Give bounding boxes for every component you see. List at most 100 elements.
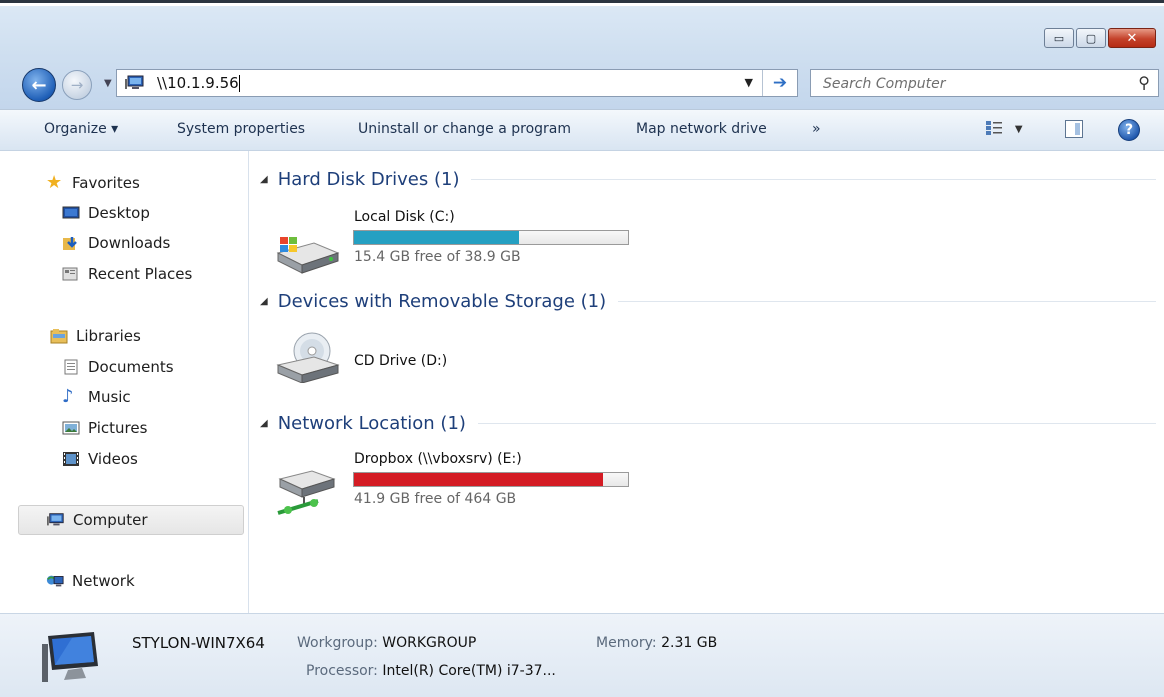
usage-bar-fill bbox=[354, 231, 520, 244]
maximize-icon: ▢ bbox=[1085, 31, 1097, 45]
divider bbox=[471, 179, 1156, 180]
computer-icon bbox=[125, 75, 144, 89]
preview-pane-button[interactable] bbox=[1065, 120, 1083, 138]
usage-bar bbox=[353, 472, 629, 487]
close-button[interactable]: ✕ bbox=[1108, 28, 1156, 48]
system-properties-button[interactable]: System properties bbox=[177, 121, 305, 137]
nav-documents[interactable]: Documents bbox=[62, 355, 174, 379]
go-button[interactable]: ➔ bbox=[762, 70, 797, 96]
nav-label: Documents bbox=[88, 358, 174, 376]
processor-label: Processor: bbox=[306, 663, 378, 679]
window-controls: ▭ ▢ ✕ bbox=[1042, 28, 1156, 48]
processor-field: Processor: Intel(R) Core(TM) i7-37... bbox=[306, 663, 556, 679]
nav-label: Network bbox=[72, 572, 135, 590]
search-icon[interactable]: ⚲ bbox=[1138, 73, 1150, 92]
computer-icon bbox=[47, 513, 64, 526]
minimize-button[interactable]: ▭ bbox=[1044, 28, 1074, 48]
maximize-button[interactable]: ▢ bbox=[1076, 28, 1106, 48]
close-icon: ✕ bbox=[1126, 30, 1138, 46]
search-box[interactable]: ⚲ bbox=[810, 69, 1159, 97]
divider bbox=[618, 301, 1156, 302]
group-header-removable[interactable]: ◢ Devices with Removable Storage (1) bbox=[260, 291, 1156, 312]
memory-value: 2.31 GB bbox=[661, 635, 718, 651]
divider bbox=[477, 423, 1156, 424]
cd-drive-icon bbox=[276, 332, 340, 383]
nav-network[interactable]: Network bbox=[46, 569, 135, 593]
videos-icon bbox=[63, 452, 79, 466]
drive-name: CD Drive (D:) bbox=[354, 353, 448, 369]
libraries-icon bbox=[50, 329, 68, 344]
pictures-icon bbox=[62, 421, 80, 435]
group-title: Network Location (1) bbox=[277, 413, 466, 434]
chevron-down-icon: ▼ bbox=[1014, 123, 1023, 135]
memory-field: Memory: 2.31 GB bbox=[596, 635, 717, 651]
nav-label: Music bbox=[88, 388, 131, 406]
usage-bar-fill bbox=[354, 473, 604, 486]
recent-pages-dropdown[interactable]: ▼ bbox=[104, 78, 112, 89]
nav-recent-places[interactable]: Recent Places bbox=[62, 262, 192, 286]
back-arrow-icon: ← bbox=[31, 74, 47, 96]
nav-label: Desktop bbox=[88, 204, 150, 222]
back-button[interactable]: ← bbox=[22, 68, 56, 102]
details-pane: STYLON-WIN7X64 Workgroup: WORKGROUP Memo… bbox=[0, 613, 1164, 697]
nav-pictures[interactable]: Pictures bbox=[62, 416, 147, 440]
nav-downloads[interactable]: Downloads bbox=[62, 231, 170, 255]
documents-icon bbox=[64, 359, 78, 375]
explorer-window: ▭ ▢ ✕ ← → ▼ \\10.1.9.56 ▼ ➔ ⚲ Organize ▾… bbox=[0, 0, 1164, 697]
address-history-dropdown[interactable]: ▼ bbox=[745, 76, 753, 89]
hard-disk-icon bbox=[276, 237, 340, 274]
nav-music[interactable]: ♪ Music bbox=[62, 385, 131, 409]
help-button[interactable]: ? bbox=[1118, 119, 1140, 141]
downloads-icon bbox=[63, 237, 77, 250]
music-note-icon: ♪ bbox=[62, 386, 74, 407]
drive-c[interactable]: Local Disk (C:) 15.4 GB free of 38.9 GB bbox=[274, 209, 654, 275]
nav-computer[interactable]: Computer bbox=[18, 505, 244, 535]
search-input[interactable] bbox=[821, 73, 1115, 95]
uninstall-program-button[interactable]: Uninstall or change a program bbox=[358, 121, 571, 137]
chevron-down-icon: ▼ bbox=[104, 78, 112, 89]
command-bar: Organize ▾ System properties Uninstall o… bbox=[0, 109, 1164, 151]
drive-free-space: 41.9 GB free of 464 GB bbox=[354, 491, 517, 507]
usage-bar bbox=[353, 230, 629, 245]
computer-icon bbox=[42, 632, 98, 682]
group-title: Devices with Removable Storage (1) bbox=[277, 291, 607, 312]
forward-button[interactable]: → bbox=[62, 70, 92, 100]
text-caret bbox=[239, 75, 240, 92]
drive-d[interactable]: CD Drive (D:) bbox=[274, 331, 574, 397]
network-icon bbox=[46, 575, 64, 587]
nav-libraries[interactable]: Libraries bbox=[50, 324, 141, 348]
address-path[interactable]: \\10.1.9.56 bbox=[157, 74, 239, 92]
drive-e[interactable]: Dropbox (\\vboxsrv) (E:) 41.9 GB free of… bbox=[274, 451, 654, 521]
star-icon: ★ bbox=[46, 172, 63, 193]
view-options-icon bbox=[986, 121, 1002, 135]
nav-label: Pictures bbox=[88, 419, 148, 437]
nav-desktop[interactable]: Desktop bbox=[62, 201, 150, 225]
collapse-triangle-icon[interactable]: ◢ bbox=[260, 174, 268, 185]
drive-name: Dropbox (\\vboxsrv) (E:) bbox=[354, 451, 522, 467]
title-bar: ▭ ▢ ✕ ← → ▼ \\10.1.9.56 ▼ ➔ ⚲ bbox=[0, 6, 1164, 109]
network-drive-icon bbox=[277, 470, 336, 515]
nav-favorites[interactable]: ★ Favorites bbox=[46, 171, 140, 195]
change-view-button[interactable]: ▼ bbox=[985, 120, 1023, 136]
collapse-triangle-icon[interactable]: ◢ bbox=[260, 296, 268, 307]
nav-label: Computer bbox=[73, 511, 148, 529]
processor-value: Intel(R) Core(TM) i7-37... bbox=[382, 663, 556, 679]
navigation-pane: ★ Favorites Desktop Downloads Recent Pla… bbox=[0, 151, 249, 613]
workgroup-label: Workgroup: bbox=[297, 635, 378, 651]
map-network-drive-button[interactable]: Map network drive bbox=[636, 121, 767, 137]
more-commands-button[interactable]: » bbox=[812, 121, 821, 137]
help-icon: ? bbox=[1124, 122, 1134, 138]
collapse-triangle-icon[interactable]: ◢ bbox=[260, 418, 268, 429]
forward-arrow-icon: → bbox=[70, 76, 84, 94]
nav-videos[interactable]: Videos bbox=[62, 447, 138, 471]
address-bar[interactable]: \\10.1.9.56 ▼ ➔ bbox=[116, 69, 798, 97]
workgroup-value: WORKGROUP bbox=[382, 635, 477, 651]
recent-places-icon bbox=[62, 267, 78, 281]
group-header-hard-disk[interactable]: ◢ Hard Disk Drives (1) bbox=[260, 169, 1156, 190]
group-header-network[interactable]: ◢ Network Location (1) bbox=[260, 413, 1156, 434]
drive-free-space: 15.4 GB free of 38.9 GB bbox=[354, 249, 521, 265]
go-arrow-icon: ➔ bbox=[772, 73, 788, 93]
organize-menu[interactable]: Organize ▾ bbox=[44, 121, 118, 137]
group-title: Hard Disk Drives (1) bbox=[277, 169, 460, 190]
nav-label: Downloads bbox=[88, 234, 171, 252]
